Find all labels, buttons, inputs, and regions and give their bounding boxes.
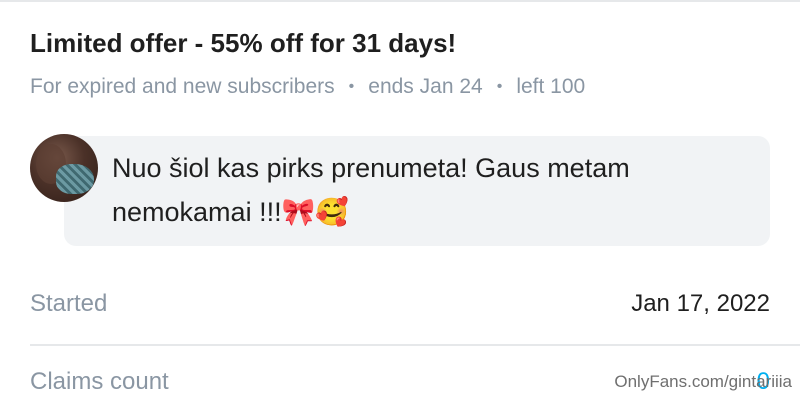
offer-meta: For expired and new subscribers • ends J… (30, 75, 585, 99)
offer-title: Limited offer - 55% off for 31 days! (30, 28, 457, 58)
offer-end-date: ends Jan 24 (368, 75, 483, 98)
row-divider (30, 344, 800, 346)
started-label: Started (30, 290, 108, 317)
avatar[interactable] (30, 134, 98, 202)
avatar-fabric (56, 164, 94, 194)
offer-message: Nuo šiol kas pirks prenumeta! Gaus metam… (112, 153, 630, 227)
watermark: OnlyFans.com/gintariiia (614, 372, 792, 391)
started-value: Jan 17, 2022 (631, 290, 770, 317)
offer-remaining: left 100 (516, 75, 586, 98)
claims-label: Claims count (30, 368, 169, 395)
offer-audience: For expired and new subscribers (30, 75, 335, 98)
meta-separator: • (496, 78, 503, 95)
meta-separator: • (348, 78, 355, 95)
top-divider (0, 0, 800, 2)
